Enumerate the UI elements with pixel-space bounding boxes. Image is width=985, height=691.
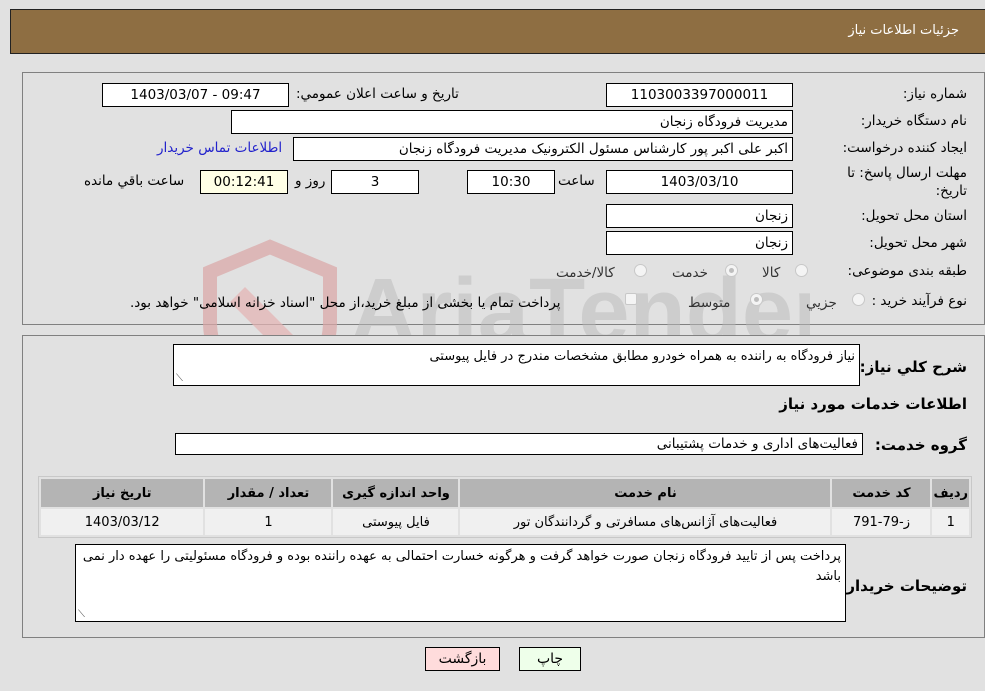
deadline-time-field: 10:30 [467, 170, 555, 194]
back-button[interactable]: بازگشت [425, 647, 500, 671]
description-label: شرح كلي نياز: [859, 358, 967, 376]
cell-unit: فایل پیوستی [333, 509, 459, 535]
buyer-contact-link[interactable]: اطلاعات تماس خریدار [157, 140, 282, 156]
header-service-code: کد خدمت [832, 479, 931, 507]
announce-date-field: 1403/03/07 - 09:47 [102, 83, 289, 107]
resize-grip-icon[interactable]: ⟋ [176, 374, 183, 384]
category-option-goods: کالا [762, 265, 781, 281]
cell-row-number: 1 [932, 509, 969, 535]
days-label: روز و [295, 173, 326, 189]
deadline-label-line1: مهلت ارسال پاسخ: تا [847, 165, 967, 181]
cell-service-code: ز-79-791 [832, 509, 931, 535]
category-radio-goods[interactable] [795, 264, 808, 277]
announce-date-label: تاریخ و ساعت اعلان عمومي: [296, 86, 459, 102]
services-table: ردیف کد خدمت نام خدمت واحد اندازه گیری ت… [38, 476, 972, 538]
cell-service-name: فعالیت‌های آژانس‌های مسافرتی و گردانندگا… [460, 509, 831, 535]
deadline-date-field: 1403/03/10 [606, 170, 793, 194]
need-number-field: 1103003397000011 [606, 83, 793, 107]
need-number-label: شماره نیاز: [902, 86, 967, 102]
creator-label: ایجاد کننده درخواست: [842, 140, 967, 156]
buyer-org-label: نام دستگاه خریدار: [860, 113, 967, 129]
buyer-notes-textarea[interactable]: پرداخت پس از تایید فرودگاه زنجان صورت خو… [75, 544, 846, 622]
category-option-goods-service: کالا/خدمت [556, 265, 615, 281]
description-text: نیاز فرودگاه به راننده به همراه خودرو مط… [429, 349, 855, 364]
purchase-option-medium: متوسط [688, 295, 731, 311]
buyer-notes-text: پرداخت پس از تایید فرودگاه زنجان صورت خو… [82, 549, 841, 584]
service-group-label: گروه خدمت: [874, 436, 967, 454]
treasury-note: پرداخت تمام یا بخشی از مبلغ خرید،از محل … [130, 295, 561, 311]
header-service-name: نام خدمت [460, 479, 831, 507]
creator-field: اکبر علی اکبر پور کارشناس مسئول الکترونی… [293, 137, 793, 161]
days-remaining-field: 3 [331, 170, 419, 194]
buyer-org-field: مدیریت فرودگاه زنجان [231, 110, 793, 134]
page-title: جزئیات اطلاعات نیاز [848, 23, 959, 38]
treasury-checkbox[interactable] [625, 293, 637, 305]
header-need-date: تاریخ نیاز [41, 479, 204, 507]
category-radio-goods-service[interactable] [634, 264, 647, 277]
service-group-field: فعالیت‌های اداری و خدمات پشتیبانی [175, 433, 863, 455]
description-textarea[interactable]: نیاز فرودگاه به راننده به همراه خودرو مط… [173, 344, 860, 386]
category-label: طبقه بندی موضوعی: [847, 263, 967, 279]
city-field: زنجان [606, 231, 793, 255]
province-field: زنجان [606, 204, 793, 228]
cell-quantity: 1 [205, 509, 332, 535]
deadline-time-label: ساعت [558, 173, 595, 189]
table-header-row: ردیف کد خدمت نام خدمت واحد اندازه گیری ت… [41, 479, 969, 507]
category-option-service: خدمت [672, 265, 708, 281]
buyer-notes-label: توضیحات خریدار: [840, 577, 967, 595]
remaining-time-label: ساعت باقي مانده [84, 173, 185, 189]
services-heading: اطلاعات خدمات مورد نیاز [779, 395, 967, 413]
print-button[interactable]: چاپ [519, 647, 581, 671]
province-label: استان محل تحویل: [861, 208, 967, 224]
resize-grip-icon[interactable]: ⟋ [78, 610, 85, 620]
deadline-label-line2: تاریخ: [935, 183, 967, 199]
purchase-radio-minor[interactable] [852, 293, 865, 306]
header-row-number: ردیف [932, 479, 969, 507]
header-unit: واحد اندازه گیری [333, 479, 459, 507]
purchase-type-label: نوع فرآیند خرید : [871, 293, 967, 309]
category-radio-service[interactable] [725, 264, 738, 277]
table-row: 1 ز-79-791 فعالیت‌های آژانس‌های مسافرتی … [41, 509, 969, 535]
cell-need-date: 1403/03/12 [41, 509, 204, 535]
header-quantity: تعداد / مقدار [205, 479, 332, 507]
remaining-time-field: 00:12:41 [200, 170, 288, 194]
city-label: شهر محل تحویل: [869, 235, 967, 251]
purchase-radio-medium[interactable] [750, 293, 763, 306]
purchase-option-minor: جزيي [806, 295, 837, 311]
page-header: جزئیات اطلاعات نیاز [10, 9, 985, 54]
